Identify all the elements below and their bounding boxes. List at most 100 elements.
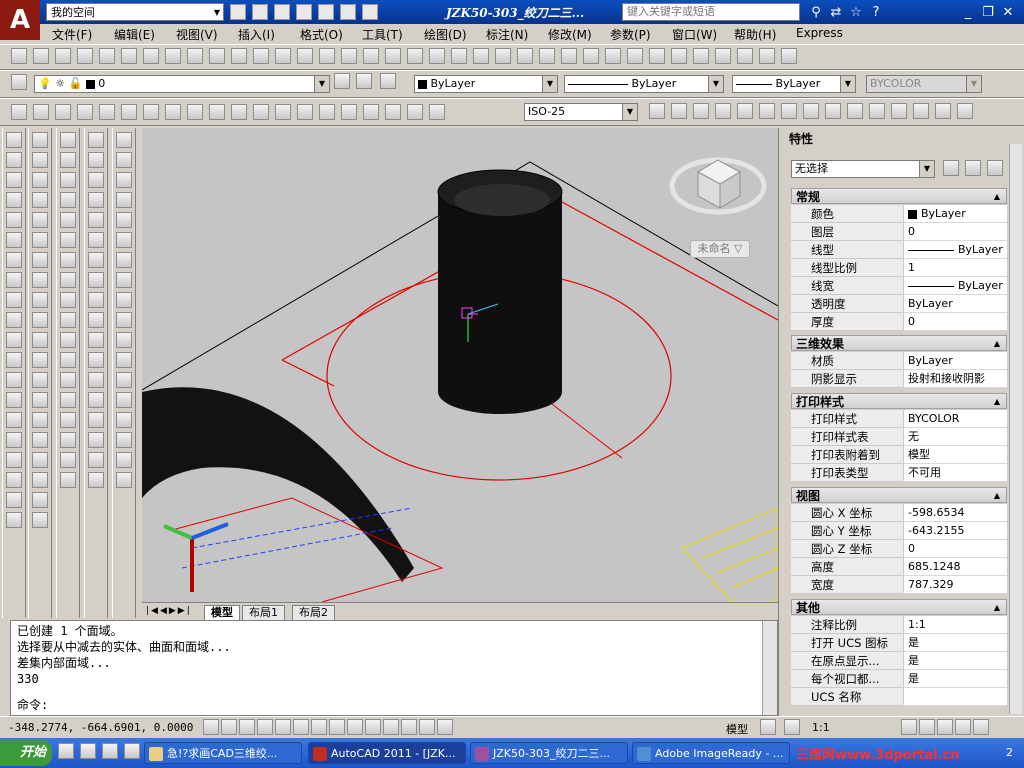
box-solid-icon[interactable]: [88, 152, 104, 168]
quick-launch-icon[interactable]: [124, 743, 140, 759]
loft-solid-icon[interactable]: [88, 412, 104, 428]
zoom-previous-icon[interactable]: [341, 48, 357, 64]
named-view-selector[interactable]: 未命名 ▽: [690, 240, 750, 258]
locate-point-icon[interactable]: [583, 48, 599, 64]
wedge-icon[interactable]: [693, 103, 709, 119]
polyline-icon[interactable]: [6, 172, 22, 188]
save-icon[interactable]: [55, 48, 71, 64]
markup-icon[interactable]: [451, 48, 467, 64]
osnap-settings-icon[interactable]: [60, 472, 76, 488]
light-icon[interactable]: [715, 48, 731, 64]
polygon-icon[interactable]: [6, 192, 22, 208]
pyramid-icon[interactable]: [803, 103, 819, 119]
line-icon[interactable]: [6, 132, 22, 148]
menu-dimension[interactable]: 标注(N): [486, 26, 528, 43]
dynamic-input-icon[interactable]: [365, 719, 381, 735]
loft-icon[interactable]: [891, 103, 907, 119]
section-general[interactable]: 常规 ▲: [791, 188, 1007, 204]
prop-value[interactable]: 0: [903, 223, 1007, 241]
show-desktop-icon[interactable]: [58, 743, 74, 759]
dim-angular-icon[interactable]: [165, 104, 181, 120]
prop-value[interactable]: 投射和接收阴影: [903, 370, 1007, 388]
sweep-icon[interactable]: [869, 103, 885, 119]
dim-arc-icon[interactable]: [55, 104, 71, 120]
make-current-layer-icon[interactable]: [334, 73, 350, 89]
prop-value[interactable]: BYCOLOR: [903, 410, 1007, 428]
linetype-combo[interactable]: ByLayer ▼: [564, 75, 724, 93]
offset-icon[interactable]: [32, 192, 48, 208]
cone-icon[interactable]: [715, 103, 731, 119]
move-icon[interactable]: [32, 232, 48, 248]
layer-states-icon[interactable]: [380, 73, 396, 89]
pan-icon[interactable]: [275, 48, 291, 64]
erase-icon[interactable]: [32, 132, 48, 148]
separate-icon[interactable]: [116, 432, 132, 448]
area-icon[interactable]: [517, 48, 533, 64]
command-scrollbar[interactable]: [762, 621, 777, 715]
subtract-icon[interactable]: [935, 103, 951, 119]
mirror-icon[interactable]: [32, 172, 48, 188]
menu-edit[interactable]: 编辑(E): [114, 26, 155, 43]
explode-icon[interactable]: [32, 452, 48, 468]
cylinder-solid[interactable]: [438, 192, 562, 414]
save-icon[interactable]: [274, 4, 290, 20]
prop-value[interactable]: 1: [903, 259, 1007, 277]
region-mass-icon[interactable]: [539, 48, 555, 64]
function-icon[interactable]: [60, 452, 76, 468]
prop-value[interactable]: 1:1: [903, 616, 1007, 634]
revolve-solid-icon[interactable]: [88, 392, 104, 408]
inspect-icon[interactable]: [341, 104, 357, 120]
dim-break-icon[interactable]: [275, 104, 291, 120]
snap-temp-icon[interactable]: [60, 132, 76, 148]
prop-value[interactable]: 无: [903, 428, 1007, 446]
prop-value[interactable]: 是: [903, 634, 1007, 652]
array-icon[interactable]: [32, 212, 48, 228]
delete-faces-icon[interactable]: [116, 252, 132, 268]
menu-parametric[interactable]: 参数(P): [610, 26, 651, 43]
circle-icon[interactable]: [6, 252, 22, 268]
pyramid-solid-icon[interactable]: [88, 272, 104, 288]
ie-icon[interactable]: [80, 743, 96, 759]
section-plot-style[interactable]: 打印样式 ▲: [791, 393, 1007, 409]
section-view[interactable]: 视图 ▲: [791, 487, 1007, 503]
undo-icon[interactable]: [231, 48, 247, 64]
join-icon[interactable]: [32, 392, 48, 408]
menu-format[interactable]: 格式(O): [300, 26, 343, 43]
check-icon[interactable]: [116, 472, 132, 488]
workspace-switch-icon[interactable]: [901, 719, 917, 735]
mtext-icon[interactable]: [6, 492, 22, 508]
imprint-icon[interactable]: [116, 392, 132, 408]
dim-jogged-icon[interactable]: [121, 104, 137, 120]
extrude-faces-icon[interactable]: [116, 192, 132, 208]
prop-value[interactable]: 685.1248: [903, 558, 1007, 576]
prop-value[interactable]: ByLayer: [903, 352, 1007, 370]
stretch-icon[interactable]: [32, 292, 48, 308]
snap-from-icon[interactable]: [60, 152, 76, 168]
menu-express[interactable]: Express: [796, 26, 843, 40]
dim-edit-icon[interactable]: [385, 104, 401, 120]
color-combo[interactable]: ByLayer ▼: [414, 75, 558, 93]
model-space-button[interactable]: 模型: [726, 721, 748, 737]
prop-value[interactable]: ByLayer: [903, 241, 1007, 259]
menu-file[interactable]: 文件(F): [52, 26, 92, 43]
snap-insert-icon[interactable]: [60, 372, 76, 388]
arc-icon[interactable]: [6, 232, 22, 248]
cylinder-solid-icon[interactable]: [88, 232, 104, 248]
menu-tools[interactable]: 工具(T): [362, 26, 403, 43]
rectangle-icon[interactable]: [6, 212, 22, 228]
transparency-toggle-icon[interactable]: [401, 719, 417, 735]
ellipse-icon[interactable]: [6, 312, 22, 328]
sweep-solid-icon[interactable]: [88, 372, 104, 388]
wedge-solid-icon[interactable]: [88, 172, 104, 188]
section-3d-effects[interactable]: 三维效果 ▲: [791, 335, 1007, 351]
torus-icon[interactable]: [781, 103, 797, 119]
match-prop-icon[interactable]: [209, 48, 225, 64]
redo-icon[interactable]: [340, 4, 356, 20]
task-autocad[interactable]: AutoCAD 2011 - [JZK...: [308, 742, 466, 764]
tab-model[interactable]: 模型: [204, 605, 240, 621]
prop-value[interactable]: 不可用: [903, 464, 1007, 482]
construction-line-icon[interactable]: [6, 152, 22, 168]
close-icon[interactable]: ✕: [998, 3, 1018, 21]
help-icon[interactable]: [781, 48, 797, 64]
zoom-realtime-icon[interactable]: [297, 48, 313, 64]
